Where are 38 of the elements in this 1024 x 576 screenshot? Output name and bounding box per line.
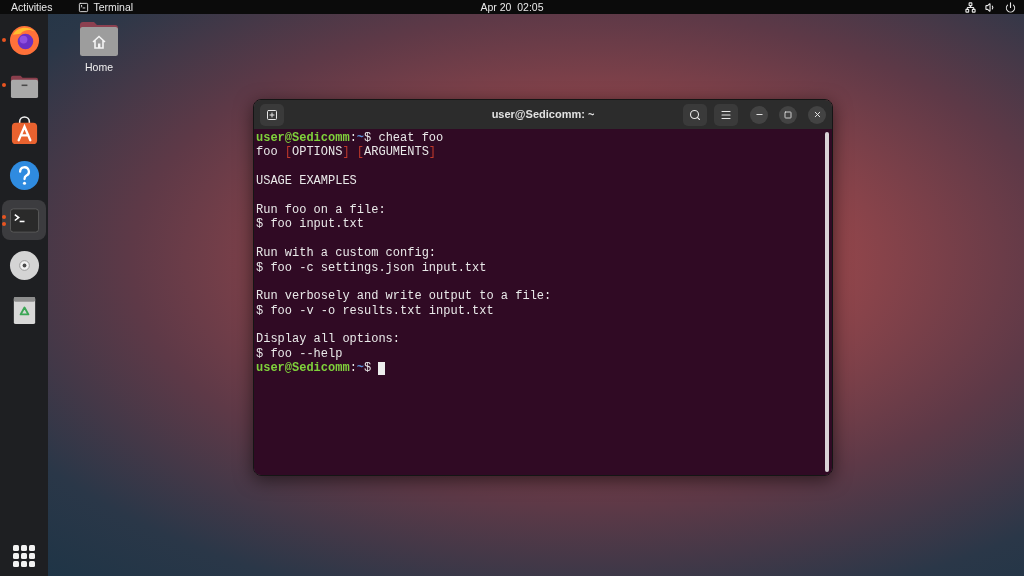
disc-icon (8, 249, 40, 281)
network-icon (965, 1, 976, 13)
close-icon (812, 110, 822, 119)
terminal-line: USAGE EXAMPLES (256, 174, 357, 189)
desktop-shortcut[interactable]: Home (75, 21, 123, 76)
new-tab-icon (266, 108, 278, 121)
terminal-line: $ foo -c settings.json input.txt (256, 260, 487, 275)
search-button[interactable] (683, 103, 707, 126)
help-icon (8, 159, 40, 191)
terminal-line: $ foo input.txt (256, 217, 365, 232)
terminal-line: Display all options: (256, 332, 401, 347)
power-icon (1005, 1, 1016, 13)
clock-button[interactable]: Apr 20 02:05 (480, 0, 544, 14)
activities-button[interactable]: Activities (11, 0, 53, 14)
terminal-line: Run with a custom config: (256, 246, 437, 261)
terminal-line: Run verbosely and write output to a file: (256, 289, 552, 304)
system-menu-button[interactable] (965, 1, 1016, 13)
close-button[interactable] (808, 105, 826, 124)
home-folder-icon (79, 21, 119, 57)
terminal-line: $ foo --help (256, 346, 343, 362)
maximize-icon (784, 110, 792, 119)
speaker-icon (985, 1, 996, 13)
menu-icon (720, 108, 732, 121)
search-icon (689, 108, 701, 121)
browser-logo-icon (8, 24, 40, 56)
app-grid-icon (13, 545, 35, 567)
prompt-line: user@Sedicomm:~$ (256, 361, 372, 376)
scrollbar-thumb[interactable] (825, 132, 829, 472)
menu-button[interactable] (714, 103, 738, 126)
new-tab-button[interactable] (260, 103, 284, 126)
maximize-button[interactable] (779, 105, 797, 124)
prompt-line: user@Sedicomm:~$ cheat foo (256, 131, 444, 146)
terminal-line: foo [OPTIONS] [ARGUMENTS] (256, 145, 437, 160)
terminal-line: $ foo -v -o results.txt input.txt (256, 303, 494, 319)
terminal-icon (78, 1, 90, 13)
window-title: user@Sedicomm: ~ (491, 107, 595, 123)
terminal-line: Run foo on a file: (256, 202, 386, 218)
app-menu-button[interactable]: Terminal (78, 0, 134, 14)
